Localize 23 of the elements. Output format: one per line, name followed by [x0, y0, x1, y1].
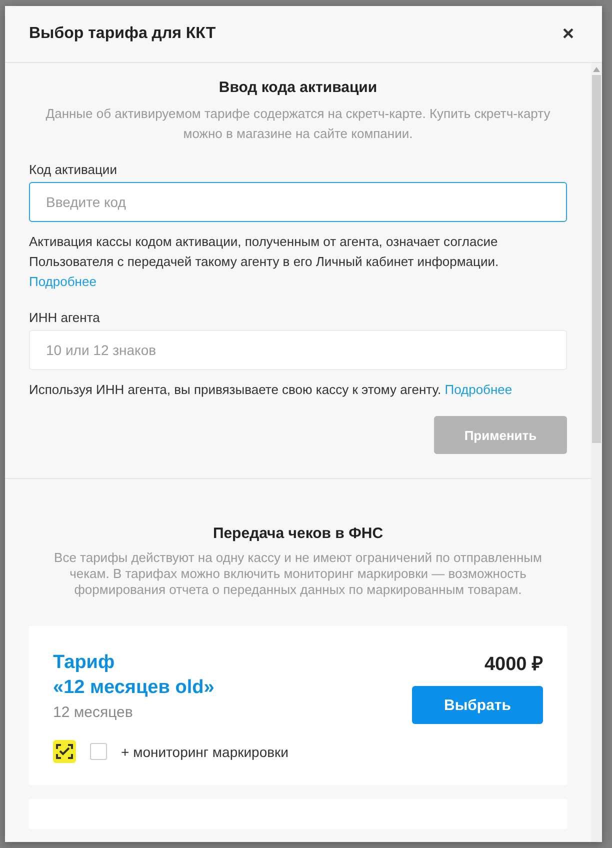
activation-code-field[interactable]: Введите код — [29, 182, 567, 222]
field-label: Код активации — [29, 162, 118, 177]
section-heading: Передача чеков в ФНС — [212, 525, 384, 542]
inn-note: Используя ИНН агента, вы привязываете свою кассу к этому агенту. Подробнее — [29, 381, 514, 399]
tariff-period: 12 месяцев — [53, 704, 134, 721]
close-button[interactable]: × — [562, 22, 574, 46]
scroll-up-icon[interactable] — [593, 67, 600, 72]
more-link[interactable]: Подробнее — [444, 382, 512, 397]
scrollbar-thumb[interactable] — [592, 75, 601, 443]
agent-inn-field[interactable]: 10 или 12 знаков — [29, 330, 567, 370]
section-heading: Ввод кода активации — [218, 79, 378, 96]
more-link[interactable]: Подробнее — [29, 274, 96, 289]
section-description: Данные об активируемом тарифе содержатся на скретч-карте. Купить скретч-карту можно в магазине на сайте компании. — [45, 105, 551, 143]
tariff-price: 4000 ₽ — [484, 653, 543, 676]
dialog-title: Выбор тарифа для ККТ — [29, 25, 216, 43]
section-description: Все тарифы действуют на одну кассу и не имеют ограничений по отправленным чекам. В тарифах можно включить мониторинг маркировки — возможность формирования отчета о переданных данных по маркированным товарам. — [53, 550, 543, 598]
option-label: + мониторинг маркировки — [121, 744, 289, 760]
field-label: ИНН агента — [29, 310, 101, 325]
tariff-name: Тариф «12 месяцев old» — [53, 651, 214, 700]
scan-check-icon — [53, 740, 76, 763]
select-button[interactable]: Выбрать — [412, 686, 543, 724]
consent-text: Активация кассы кодом активации, полученным от агента, означает согласие Пользователя с передачей такому агенту в его Личный кабинет информации. Подробнее — [29, 233, 500, 291]
checkbox[interactable] — [90, 743, 107, 760]
